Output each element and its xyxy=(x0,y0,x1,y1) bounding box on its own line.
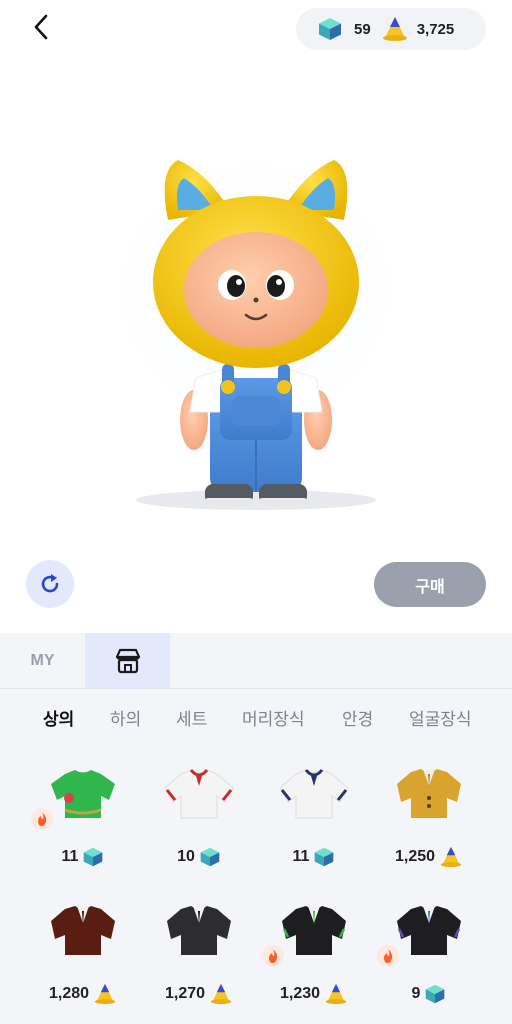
category-headwear[interactable]: 머리장식 xyxy=(242,705,305,730)
back-button[interactable] xyxy=(26,10,56,44)
category-bottoms[interactable]: 하의 xyxy=(110,705,141,730)
item-price: 9 xyxy=(374,981,484,1007)
gem-icon xyxy=(426,984,445,1004)
category-sets[interactable]: 세트 xyxy=(176,705,207,730)
gem-icon xyxy=(200,847,220,867)
cone-icon xyxy=(440,846,462,868)
tab-my[interactable]: MY xyxy=(0,633,85,688)
chevron-left-icon xyxy=(34,14,48,40)
tab-shop[interactable] xyxy=(85,633,170,688)
item-black-blue-jacket[interactable]: 9 xyxy=(374,903,484,1023)
item-price: 1,270 xyxy=(144,981,254,1007)
item-mustard-jacket[interactable]: 1,250 xyxy=(374,766,484,886)
uniform-jacket-icon xyxy=(282,906,346,955)
suit-jacket-icon xyxy=(51,906,115,955)
green-shirt-icon xyxy=(51,770,115,818)
item-white-navy-sailor-top[interactable]: 11 xyxy=(259,766,369,886)
category-tops[interactable]: 상의 xyxy=(43,705,74,730)
sailor-shirt-icon xyxy=(279,769,349,819)
item-white-red-sailor-top[interactable]: 10 xyxy=(144,766,254,886)
category-glasses[interactable]: 안경 xyxy=(342,705,373,730)
item-price: 11 xyxy=(28,844,138,870)
cone-icon xyxy=(325,983,347,1005)
item-price: 11 xyxy=(259,844,369,870)
avatar-preview xyxy=(0,60,512,550)
hot-badge-icon xyxy=(31,808,53,830)
refresh-icon xyxy=(41,574,59,593)
shop-icon xyxy=(115,648,140,673)
item-brown-suit-jacket[interactable]: 1,280 xyxy=(28,903,138,1023)
item-panel: MY 상의 하의 세트 머리장식 안경 얼굴장식 11 10 11 1,250 … xyxy=(0,633,512,1024)
category-tabs: 상의 하의 세트 머리장식 안경 얼굴장식 xyxy=(0,705,512,735)
item-price: 10 xyxy=(144,844,254,870)
uniform-jacket-icon xyxy=(397,906,461,955)
item-green-top[interactable]: 11 xyxy=(28,766,138,886)
gem-count: 59 xyxy=(354,20,371,38)
item-black-green-jacket[interactable]: 1,230 xyxy=(259,903,369,1023)
hot-badge-icon xyxy=(262,945,284,967)
gem-icon xyxy=(316,15,344,43)
hot-badge-icon xyxy=(377,945,399,967)
panel-tabs: MY xyxy=(0,633,512,689)
gem-icon xyxy=(84,847,103,867)
category-face-accessory[interactable]: 얼굴장식 xyxy=(409,705,472,730)
currency-balance[interactable]: 59 3,725 xyxy=(296,8,486,50)
item-black-suit-jacket[interactable]: 1,270 xyxy=(144,903,254,1023)
cone-icon xyxy=(94,983,116,1005)
item-price: 1,250 xyxy=(374,844,484,870)
jacket-icon xyxy=(397,769,461,818)
cone-icon xyxy=(381,15,409,43)
suit-jacket-icon xyxy=(167,906,231,955)
reset-avatar-button[interactable] xyxy=(26,560,74,608)
gem-icon xyxy=(315,847,334,867)
cone-icon xyxy=(210,983,232,1005)
cone-count: 3,725 xyxy=(416,20,455,38)
sailor-shirt-icon xyxy=(164,769,234,819)
item-price: 1,230 xyxy=(259,981,369,1007)
item-price: 1,280 xyxy=(28,981,138,1007)
buy-button[interactable]: 구매 xyxy=(374,562,486,607)
